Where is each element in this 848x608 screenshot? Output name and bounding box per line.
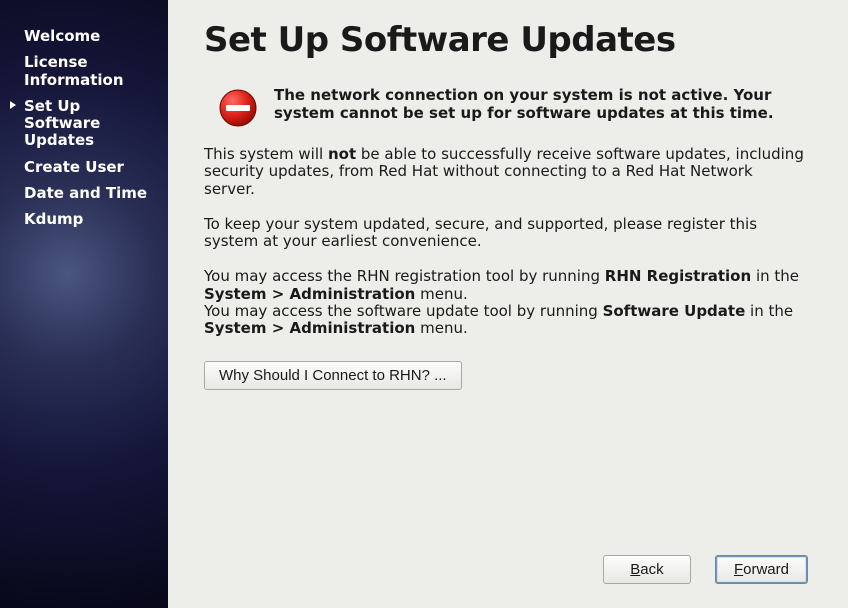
why-connect-button[interactable]: Why Should I Connect to RHN? ... (204, 361, 462, 390)
sidebar-item-label: Welcome (24, 28, 100, 45)
error-icon (218, 88, 258, 128)
sidebar-item-set-up-software-updates[interactable]: Set Up Software Updates (0, 96, 168, 152)
alert-row: The network connection on your system is… (204, 86, 808, 128)
sidebar-item-label: Create User (24, 159, 124, 176)
sidebar-item-create-user[interactable]: Create User (0, 157, 168, 178)
paragraph-3: You may access the RHN registration tool… (204, 268, 808, 337)
sidebar-item-label: License Information (24, 54, 160, 89)
page-title: Set Up Software Updates (204, 20, 808, 60)
sidebar-item-license-information[interactable]: License Information (0, 52, 168, 91)
sidebar-item-label: Set Up Software Updates (24, 98, 160, 150)
sidebar-item-label: Kdump (24, 211, 83, 228)
sidebar-item-date-and-time[interactable]: Date and Time (0, 183, 168, 204)
paragraph-1: This system will not be able to successf… (204, 146, 808, 198)
back-button[interactable]: Back (603, 555, 691, 584)
main-panel: Set Up Software Updates The network conn… (168, 0, 848, 608)
sidebar: Welcome License Information Set Up Softw… (0, 0, 168, 608)
sidebar-item-label: Date and Time (24, 185, 147, 202)
footer-buttons: Back Forward (603, 555, 808, 584)
alert-text: The network connection on your system is… (274, 86, 808, 122)
sidebar-item-kdump[interactable]: Kdump (0, 209, 168, 230)
paragraph-2: To keep your system updated, secure, and… (204, 216, 808, 251)
forward-button[interactable]: Forward (715, 555, 808, 584)
sidebar-item-welcome[interactable]: Welcome (0, 26, 168, 47)
